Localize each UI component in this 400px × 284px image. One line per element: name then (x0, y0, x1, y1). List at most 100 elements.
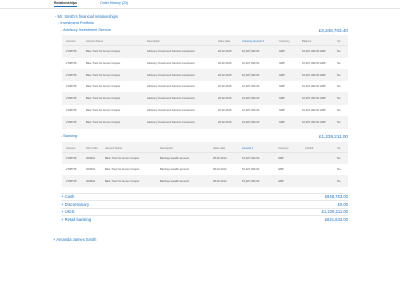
table-cell: 023944 (86, 179, 95, 183)
summary-divider (61, 200, 348, 201)
table-cell: 15,327,393.00 (242, 179, 260, 183)
table-cell: 05.02.2014 (213, 168, 227, 172)
table-cell: Barclays wealth account (160, 157, 189, 160)
summary-toggle[interactable]: + Cash (61, 194, 74, 199)
tree-investment-portfolio[interactable]: - Investment Portfolio (58, 21, 94, 25)
table-cell: GBP (279, 120, 285, 124)
table-cell: Bare Trust for Amour Cooper (86, 109, 121, 112)
summary-toggle[interactable]: + Retail banking (61, 217, 91, 222)
summary-divider (61, 215, 348, 216)
table-cell: Bare Trust for Amour Cooper (105, 179, 140, 183)
table-cell: No (337, 61, 341, 65)
table-cell: 20.02.2015 (218, 120, 232, 124)
summary-value: £821,633.00 (324, 216, 348, 222)
table-cell: 10,307,393.00 GBP (302, 97, 326, 101)
table-cell: 05.02.2014 (213, 179, 227, 183)
table-row[interactable]: 2708745 Bare Trust for Amour Cooper Adviso… (62, 81, 348, 93)
column-header[interactable]: Amount ▾ (242, 147, 253, 150)
summary-divider (61, 207, 348, 209)
table-row[interactable]: 2708745 Bare Trust for Amour Cooper Adviso… (62, 57, 348, 69)
table-row[interactable]: 2708745 023944 Bare Trust for Amour Cooper… (62, 164, 348, 176)
table-cell: 15,327,393.00 (242, 168, 260, 172)
table-cell: 2708745 (66, 179, 77, 183)
table-cell: GBP (279, 109, 285, 112)
table-cell: Advisory Investment Service Investment (147, 109, 195, 112)
summary-divider (61, 192, 348, 194)
banking-table: Account Sort Code Account Name Description V… (62, 142, 348, 187)
table-row[interactable]: 2708745 023944 Bare Trust for Amour Cooper… (62, 176, 348, 187)
table-cell: No (337, 73, 341, 77)
column-header[interactable]: Account Name (105, 147, 122, 150)
table-cell: GBP (279, 97, 285, 101)
table-cell: Bare Trust for Amour Cooper (86, 97, 121, 101)
table-cell: 10,307,393.00 GBP (302, 50, 326, 53)
table-cell: 10,307,393.00 (242, 85, 260, 89)
table-cell: Advisory Investment Service Investment (147, 97, 195, 101)
table-row[interactable]: 2708745 Bare Trust for Amour Cooper Adviso… (62, 46, 348, 57)
table-cell: 10,307,393.00 (242, 120, 260, 124)
advisory-table: Account Account Name Description Value date… (62, 35, 348, 129)
table-cell: Advisory Investment Service Investment (147, 85, 195, 89)
column-header[interactable]: Account (66, 40, 75, 43)
tab-order-history[interactable]: Order History (23) (100, 1, 128, 5)
table-cell: 10,307,393.00 GBP (302, 85, 326, 89)
column-header[interactable]: Currency (279, 40, 290, 43)
tree-relationships[interactable]: - Mr. Smith's financial relationships (55, 14, 118, 19)
column-header[interactable]: Description (147, 40, 160, 43)
table-cell: Bare Trust for Amour Cooper (86, 120, 121, 124)
table-cell: 10,307,393.00 GBP (302, 109, 326, 112)
summary-toggle[interactable]: + Discretionary (61, 202, 89, 207)
table-cell: Bare Trust for Amour Cooper (86, 61, 121, 65)
table-cell: 20.02.2015 (218, 109, 232, 112)
table-cell: Advisory Investment Service Investment (147, 50, 195, 53)
table-cell: No (337, 109, 341, 112)
table-cell: 2708745 (66, 97, 77, 101)
table-cell: 10,307,393.00 (242, 50, 260, 53)
table-cell: GBP (278, 168, 284, 172)
column-header[interactable]: Value date (213, 147, 225, 150)
column-header[interactable]: Op (337, 147, 340, 150)
table-row[interactable]: 2708745 Bare Trust for Amour Cooper Adviso… (62, 117, 348, 128)
table-cell: Barclays wealth account (160, 168, 189, 172)
column-header[interactable]: Description (160, 147, 173, 150)
table-cell: GBP (278, 179, 284, 183)
table-cell: 2708745 (66, 157, 77, 160)
column-header[interactable]: Balance (302, 40, 311, 43)
table-cell: GBP (278, 157, 284, 160)
column-header[interactable]: Op (337, 40, 340, 43)
tab-relationships[interactable]: Relationships (54, 1, 77, 7)
table-cell: No (337, 157, 341, 160)
column-header[interactable]: Currency (278, 147, 289, 150)
table-row[interactable]: 2708745 Bare Trust for Amour Cooper Adviso… (62, 105, 348, 116)
column-header[interactable]: Account Name (86, 40, 103, 43)
column-header[interactable]: Sort Code (86, 147, 98, 150)
table-cell: 05.02.2014 (213, 157, 227, 160)
column-header[interactable]: Account (66, 147, 75, 150)
table-cell: 2708745 (66, 85, 77, 89)
table-row[interactable]: 2708745 Bare Trust for Amour Cooper Adviso… (62, 93, 348, 104)
table-cell: 2708745 (66, 61, 77, 65)
table-cell: Advisory Investment Service Investment (147, 73, 195, 77)
table-cell: 10,307,393.00 (242, 97, 260, 101)
table-cell: 2708745 (66, 168, 77, 172)
table-cell: GBP (279, 50, 285, 53)
column-header[interactable]: Currency amount ▾ (242, 40, 264, 43)
table-cell: 10,307,393.00 (242, 73, 260, 77)
table-cell: Bare Trust for Amour Cooper (86, 85, 121, 89)
tree-advisory-investment-service[interactable]: - Advisory Investment Service (61, 28, 111, 32)
table-cell: No (337, 179, 341, 183)
table-row[interactable]: 2708745 Bare Trust for Amour Cooper Adviso… (62, 70, 348, 81)
table-cell: No (337, 97, 341, 101)
table-cell: No (337, 85, 341, 89)
table-cell: Barclays wealth account (160, 179, 189, 183)
tree-amanda-james-smith[interactable]: + Amanda James Smith (53, 237, 96, 242)
column-header[interactable]: Cls Bal (305, 147, 313, 150)
column-header[interactable]: Value date (218, 40, 230, 43)
table-cell: Bare Trust for Amour Cooper (86, 50, 121, 53)
table-row[interactable]: 2708745 023944 Bare Trust for Amour Cooper… (62, 153, 348, 164)
summary-toggle[interactable]: + UKIS (61, 209, 74, 214)
summary-value: £0.00 (337, 201, 348, 207)
table-cell: Bare Trust for Amour Cooper (105, 157, 140, 160)
table-cell: 2708745 (66, 50, 77, 53)
tree-banking[interactable]: - Banking (61, 134, 77, 138)
